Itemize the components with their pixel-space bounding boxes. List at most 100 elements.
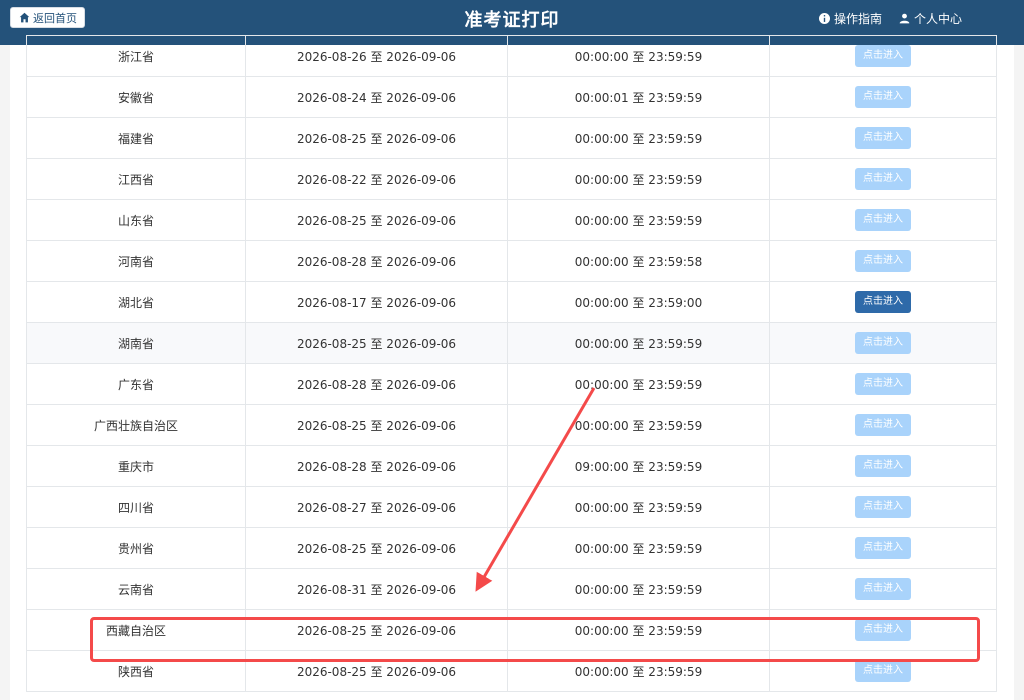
enter-button[interactable]: 点击进入 (855, 537, 911, 559)
top-links: 操作指南 个人中心 (818, 10, 962, 27)
region-cell: 四川省 (26, 486, 246, 528)
table-row: 安徽省 2026-08-24 至 2026-09-06 00:00:01 至 23:… (26, 76, 997, 118)
region-cell: 浙江省 (26, 35, 246, 77)
time-range-cell: 00:00:00 至 23:59:59 (507, 609, 770, 651)
table-row: 云南省 2026-08-31 至 2026-09-06 00:00:00 至 23:… (26, 568, 997, 610)
enter-button[interactable]: 点击进入 (855, 168, 911, 190)
date-range-cell: 2026-08-25 至 2026-09-06 (245, 609, 508, 651)
date-range-cell: 2026-08-25 至 2026-09-06 (245, 322, 508, 364)
action-cell: 点击进入 (769, 117, 997, 159)
table-row: 四川省 2026-08-27 至 2026-09-06 00:00:00 至 23:… (26, 486, 997, 528)
action-cell: 点击进入 (769, 486, 997, 528)
enter-button[interactable]: 点击进入 (855, 209, 911, 231)
table-row: 福建省 2026-08-25 至 2026-09-06 00:00:00 至 23:… (26, 117, 997, 159)
date-range-cell: 2026-08-28 至 2026-09-06 (245, 445, 508, 487)
date-range-cell: 2026-08-25 至 2026-09-06 (245, 404, 508, 446)
region-cell: 陕西省 (26, 650, 246, 692)
action-cell: 点击进入 (769, 158, 997, 200)
date-range-cell: 2026-08-31 至 2026-09-06 (245, 568, 508, 610)
region-cell: 重庆市 (26, 445, 246, 487)
table-row: 湖北省 2026-08-17 至 2026-09-06 00:00:00 至 23:… (26, 281, 997, 323)
enter-button[interactable]: 点击进入 (855, 619, 911, 641)
action-cell: 点击进入 (769, 404, 997, 446)
action-cell: 点击进入 (769, 445, 997, 487)
time-range-cell: 00:00:00 至 23:59:59 (507, 404, 770, 446)
content-panel: 浙江省 2026-08-26 至 2026-09-06 00:00:00 至 23:… (10, 35, 1014, 700)
time-range-cell: 00:00:00 至 23:59:59 (507, 117, 770, 159)
user-icon (899, 13, 910, 24)
date-range-cell: 2026-08-25 至 2026-09-06 (245, 199, 508, 241)
table-row: 浙江省 2026-08-26 至 2026-09-06 00:00:00 至 23:… (26, 35, 997, 77)
region-cell: 河南省 (26, 240, 246, 282)
enter-button[interactable]: 点击进入 (855, 291, 911, 313)
action-cell: 点击进入 (769, 568, 997, 610)
date-range-cell: 2026-08-26 至 2026-09-06 (245, 35, 508, 77)
region-cell: 江西省 (26, 158, 246, 200)
table-row: 山东省 2026-08-25 至 2026-09-06 00:00:00 至 23:… (26, 199, 997, 241)
time-range-cell: 00:00:00 至 23:59:59 (507, 486, 770, 528)
table-row: 西藏自治区 2026-08-25 至 2026-09-06 00:00:00 至 2… (26, 609, 997, 651)
enter-button[interactable]: 点击进入 (855, 660, 911, 682)
date-range-cell: 2026-08-28 至 2026-09-06 (245, 240, 508, 282)
enter-button[interactable]: 点击进入 (855, 496, 911, 518)
action-cell: 点击进入 (769, 281, 997, 323)
time-range-cell: 00:00:00 至 23:59:59 (507, 158, 770, 200)
region-cell: 湖北省 (26, 281, 246, 323)
region-cell: 广西壮族自治区 (26, 404, 246, 446)
enter-button[interactable]: 点击进入 (855, 250, 911, 272)
time-range-cell: 00:00:01 至 23:59:59 (507, 76, 770, 118)
enter-button[interactable]: 点击进入 (855, 45, 911, 67)
action-cell: 点击进入 (769, 363, 997, 405)
date-range-cell: 2026-08-17 至 2026-09-06 (245, 281, 508, 323)
time-range-cell: 09:00:00 至 23:59:59 (507, 445, 770, 487)
region-table-body: 浙江省 2026-08-26 至 2026-09-06 00:00:00 至 23:… (26, 35, 997, 692)
date-range-cell: 2026-08-25 至 2026-09-06 (245, 117, 508, 159)
enter-button[interactable]: 点击进入 (855, 332, 911, 354)
account-link[interactable]: 个人中心 (899, 10, 962, 27)
action-cell: 点击进入 (769, 527, 997, 569)
time-range-cell: 00:00:00 至 23:59:59 (507, 363, 770, 405)
time-range-cell: 00:00:00 至 23:59:59 (507, 568, 770, 610)
region-cell: 福建省 (26, 117, 246, 159)
action-cell: 点击进入 (769, 322, 997, 364)
time-range-cell: 00:00:00 至 23:59:58 (507, 240, 770, 282)
time-range-cell: 00:00:00 至 23:59:59 (507, 199, 770, 241)
date-range-cell: 2026-08-25 至 2026-09-06 (245, 650, 508, 692)
table-row: 湖南省 2026-08-25 至 2026-09-06 00:00:00 至 23:… (26, 322, 997, 364)
table-row: 广西壮族自治区 2026-08-25 至 2026-09-06 00:00:00 至… (26, 404, 997, 446)
region-cell: 贵州省 (26, 527, 246, 569)
time-range-cell: 00:00:00 至 23:59:59 (507, 527, 770, 569)
region-table: 浙江省 2026-08-26 至 2026-09-06 00:00:00 至 23:… (26, 35, 997, 692)
action-cell: 点击进入 (769, 76, 997, 118)
date-range-cell: 2026-08-28 至 2026-09-06 (245, 363, 508, 405)
enter-button[interactable]: 点击进入 (855, 373, 911, 395)
time-range-cell: 00:00:00 至 23:59:59 (507, 35, 770, 77)
enter-button[interactable]: 点击进入 (855, 578, 911, 600)
enter-button[interactable]: 点击进入 (855, 455, 911, 477)
table-row: 陕西省 2026-08-25 至 2026-09-06 00:00:00 至 23:… (26, 650, 997, 692)
table-row: 江西省 2026-08-22 至 2026-09-06 00:00:00 至 23:… (26, 158, 997, 200)
guide-link[interactable]: 操作指南 (818, 10, 882, 27)
time-range-cell: 00:00:00 至 23:59:59 (507, 322, 770, 364)
info-icon (818, 13, 830, 24)
guide-label: 操作指南 (833, 12, 882, 26)
action-cell: 点击进入 (769, 199, 997, 241)
time-range-cell: 00:00:00 至 23:59:59 (507, 650, 770, 692)
action-cell: 点击进入 (769, 609, 997, 651)
region-cell: 西藏自治区 (26, 609, 246, 651)
region-cell: 山东省 (26, 199, 246, 241)
action-cell: 点击进入 (769, 240, 997, 282)
enter-button[interactable]: 点击进入 (855, 86, 911, 108)
region-cell: 云南省 (26, 568, 246, 610)
date-range-cell: 2026-08-24 至 2026-09-06 (245, 76, 508, 118)
date-range-cell: 2026-08-25 至 2026-09-06 (245, 527, 508, 569)
table-row: 贵州省 2026-08-25 至 2026-09-06 00:00:00 至 23:… (26, 527, 997, 569)
enter-button[interactable]: 点击进入 (855, 127, 911, 149)
date-range-cell: 2026-08-22 至 2026-09-06 (245, 158, 508, 200)
table-row: 重庆市 2026-08-28 至 2026-09-06 09:00:00 至 23:… (26, 445, 997, 487)
account-label: 个人中心 (913, 12, 962, 26)
action-cell: 点击进入 (769, 650, 997, 692)
table-row: 广东省 2026-08-28 至 2026-09-06 00:00:00 至 23:… (26, 363, 997, 405)
enter-button[interactable]: 点击进入 (855, 414, 911, 436)
table-row: 河南省 2026-08-28 至 2026-09-06 00:00:00 至 23:… (26, 240, 997, 282)
